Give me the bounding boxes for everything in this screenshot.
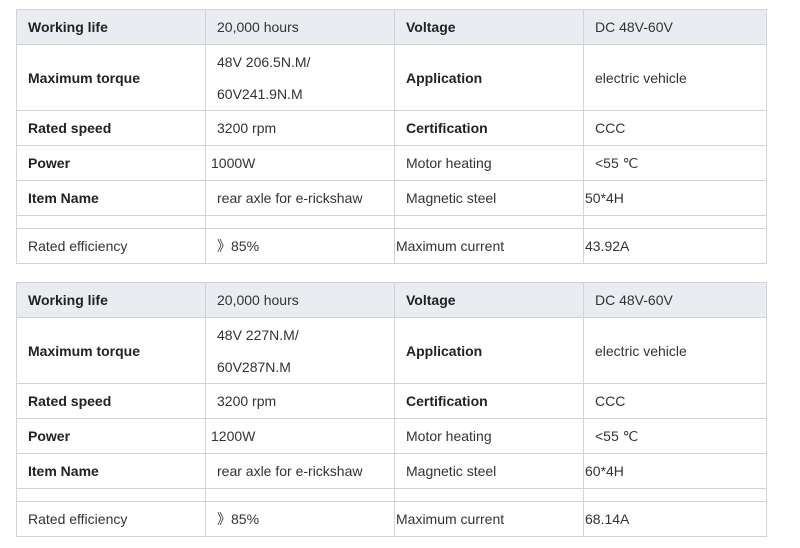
working-life-label: Working life — [16, 9, 206, 45]
motor-heating-label: Motor heating — [394, 145, 584, 181]
motor-heating-value: <55 ℃ — [583, 145, 767, 181]
max-torque-label: Maximum torque — [16, 44, 206, 111]
max-torque-label: Maximum torque — [16, 317, 206, 384]
max-torque-line-1: 48V 227N.M/ — [217, 326, 299, 343]
rated-speed-label: Rated speed — [16, 110, 206, 146]
table-row-spacer — [16, 488, 767, 502]
working-life-label: Working life — [16, 282, 206, 318]
voltage-value: DC 48V-60V — [583, 282, 767, 318]
power-label: Power — [16, 145, 206, 181]
max-current-label: Maximum current — [394, 501, 584, 537]
magnetic-steel-value: 60*4H — [583, 453, 767, 489]
table-row-rated-speed: Rated speed 3200 rpm Certification CCC — [16, 110, 767, 146]
application-label: Application — [394, 44, 584, 111]
motor-heating-value: <55 ℃ — [583, 418, 767, 454]
rated-speed-value: 3200 rpm — [205, 110, 395, 146]
power-value: 1200W — [205, 418, 395, 454]
item-name-label: Item Name — [16, 180, 206, 216]
table-row-power: Power 1200W Motor heating <55 ℃ — [16, 418, 767, 454]
table-row-working-life: Working life 20,000 hours Voltage DC 48V… — [16, 282, 767, 318]
magnetic-steel-label: Magnetic steel — [394, 453, 584, 489]
spec-table-2: Working life 20,000 hours Voltage DC 48V… — [16, 282, 767, 537]
table-row-max-torque: Maximum torque 48V 227N.M/ 60V287N.M App… — [16, 317, 767, 384]
table-row-item-name: Item Name rear axle for e-rickshaw Magne… — [16, 453, 767, 489]
voltage-label: Voltage — [394, 282, 584, 318]
motor-heating-label: Motor heating — [394, 418, 584, 454]
certification-value: CCC — [583, 110, 767, 146]
certification-value: CCC — [583, 383, 767, 419]
voltage-label: Voltage — [394, 9, 584, 45]
max-torque-line-1: 48V 206.5N.M/ — [217, 53, 311, 70]
item-name-label: Item Name — [16, 453, 206, 489]
certification-label: Certification — [394, 110, 584, 146]
application-value: electric vehicle — [583, 44, 767, 111]
max-current-value: 43.92A — [583, 228, 767, 264]
spec-table-1: Working life 20,000 hours Voltage DC 48V… — [16, 9, 767, 264]
rated-speed-value: 3200 rpm — [205, 383, 395, 419]
power-value: 1000W — [205, 145, 395, 181]
table-row-rated-efficiency: Rated efficiency 》85% Maximum current 68… — [16, 501, 767, 537]
certification-label: Certification — [394, 383, 584, 419]
table-row-item-name: Item Name rear axle for e-rickshaw Magne… — [16, 180, 767, 216]
rated-efficiency-value: 》85% — [205, 501, 395, 537]
table-row-max-torque: Maximum torque 48V 206.5N.M/ 60V241.9N.M… — [16, 44, 767, 111]
max-torque-line-2: 60V287N.M — [217, 358, 291, 375]
rated-efficiency-label: Rated efficiency — [16, 228, 206, 264]
working-life-value: 20,000 hours — [205, 282, 395, 318]
rated-efficiency-value: 》85% — [205, 228, 395, 264]
table-row-rated-speed: Rated speed 3200 rpm Certification CCC — [16, 383, 767, 419]
max-current-value: 68.14A — [583, 501, 767, 537]
voltage-value: DC 48V-60V — [583, 9, 767, 45]
max-current-label: Maximum current — [394, 228, 584, 264]
max-torque-line-2: 60V241.9N.M — [217, 85, 303, 102]
magnetic-steel-value: 50*4H — [583, 180, 767, 216]
item-name-value: rear axle for e-rickshaw — [205, 180, 395, 216]
table-row-spacer — [16, 215, 767, 229]
table-row-power: Power 1000W Motor heating <55 ℃ — [16, 145, 767, 181]
power-label: Power — [16, 418, 206, 454]
magnetic-steel-label: Magnetic steel — [394, 180, 584, 216]
rated-speed-label: Rated speed — [16, 383, 206, 419]
working-life-value: 20,000 hours — [205, 9, 395, 45]
application-label: Application — [394, 317, 584, 384]
application-value: electric vehicle — [583, 317, 767, 384]
item-name-value: rear axle for e-rickshaw — [205, 453, 395, 489]
max-torque-value: 48V 227N.M/ 60V287N.M — [205, 317, 395, 384]
max-torque-value: 48V 206.5N.M/ 60V241.9N.M — [205, 44, 395, 111]
rated-efficiency-label: Rated efficiency — [16, 501, 206, 537]
table-row-rated-efficiency: Rated efficiency 》85% Maximum current 43… — [16, 228, 767, 264]
table-row-working-life: Working life 20,000 hours Voltage DC 48V… — [16, 9, 767, 45]
